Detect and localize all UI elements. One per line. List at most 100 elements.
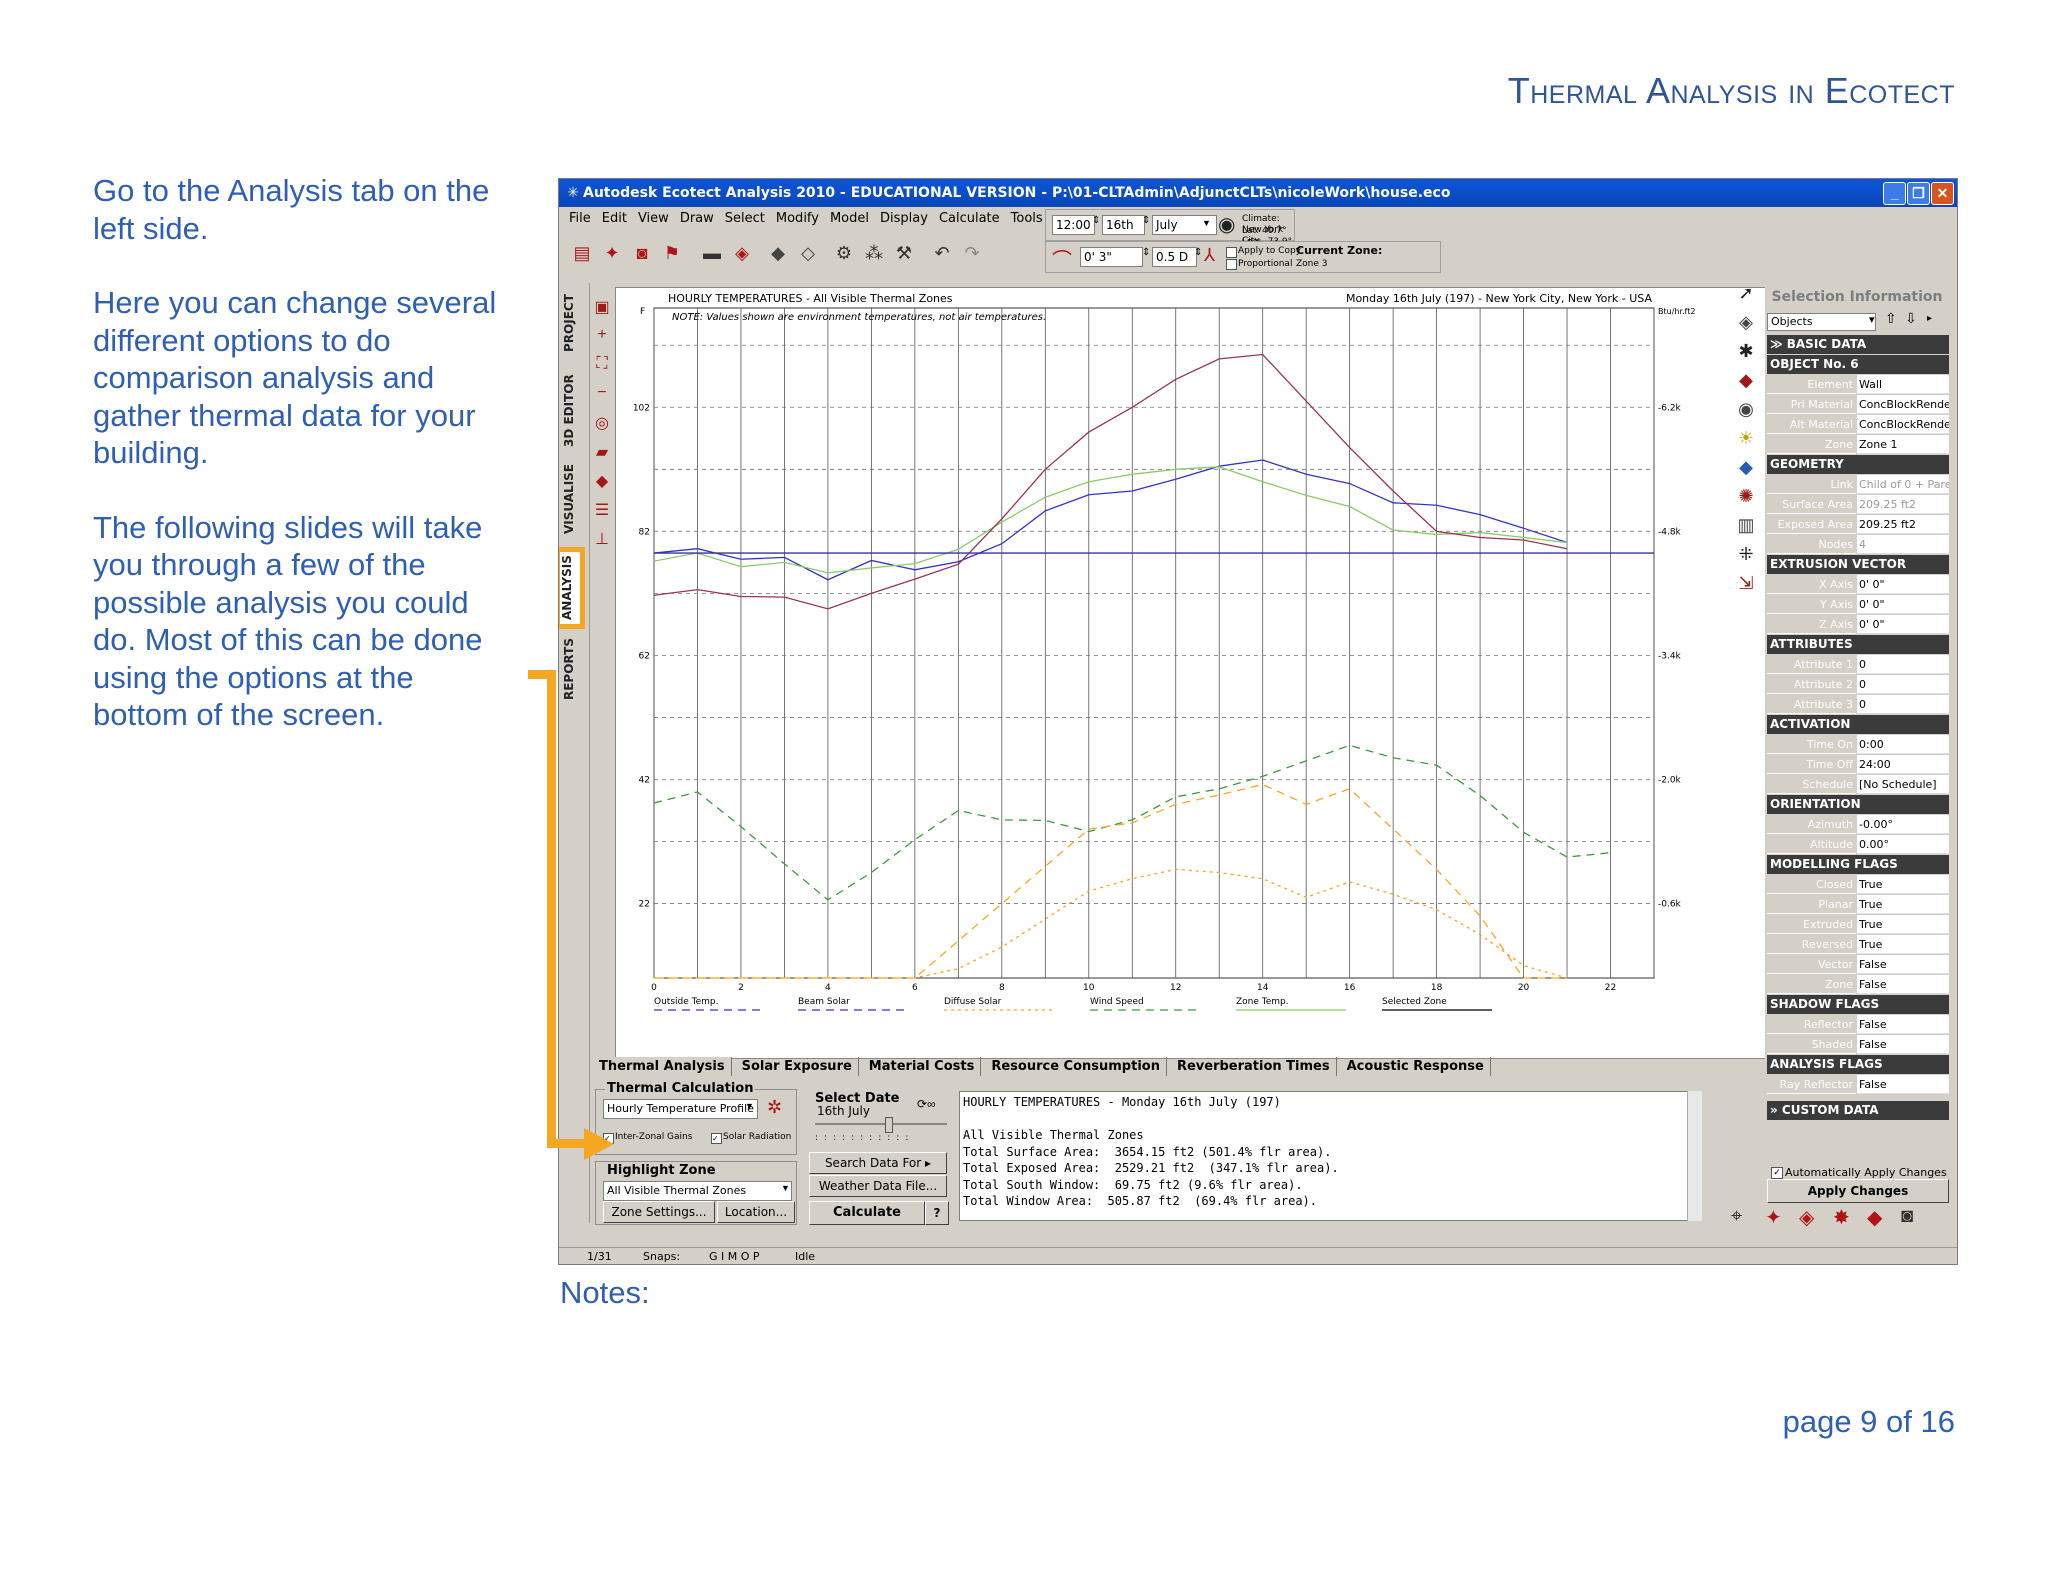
section-analysis-flags[interactable]: ANALYSIS FLAGS	[1767, 1055, 1949, 1074]
export-data-icon[interactable]: ⇲	[1731, 573, 1761, 602]
open-icon[interactable]: ✦	[599, 241, 625, 265]
apply-copy-checkbox[interactable]	[1226, 247, 1237, 258]
zoom-in-icon[interactable]: +	[591, 326, 613, 355]
offset-spinner-icon[interactable]: ⇕	[1142, 247, 1150, 258]
day-spinner-icon[interactable]: ⇕	[1142, 215, 1150, 226]
search-data-button[interactable]: Search Data For ▸	[809, 1152, 947, 1174]
property-value[interactable]: 0:00	[1857, 735, 1949, 754]
globe-icon[interactable]: ◉	[1218, 212, 1235, 237]
tab-material-costs[interactable]: Material Costs	[862, 1057, 982, 1076]
fill-icon[interactable]: ◆	[591, 471, 613, 500]
property-value[interactable]: False	[1857, 955, 1949, 974]
highlight-zone-select[interactable]: All Visible Thermal Zones	[603, 1181, 792, 1201]
tab-project[interactable]: PROJECT	[562, 283, 586, 363]
thermal-calc-select[interactable]: Hourly Temperature Profile	[603, 1099, 758, 1119]
fit-icon[interactable]: ⛶	[591, 355, 613, 384]
axis-y-icon[interactable]: ⊥	[591, 529, 613, 558]
tab-solar-exposure[interactable]: Solar Exposure	[735, 1057, 859, 1076]
property-row[interactable]: Exposed Area 209.25 ft2	[1767, 515, 1949, 535]
property-row[interactable]: Altitude 0.00°	[1767, 835, 1949, 855]
menu-draw[interactable]: Draw	[680, 211, 714, 226]
property-value[interactable]: False	[1857, 1035, 1949, 1054]
property-value[interactable]: ConcBlockRender	[1857, 415, 1949, 434]
apply-changes-button[interactable]: Apply Changes	[1767, 1179, 1949, 1203]
section-basic-data[interactable]: ≫ BASIC DATA	[1767, 335, 1949, 354]
location-button[interactable]: Location...	[717, 1201, 795, 1223]
tab-visualise[interactable]: VISUALISE	[562, 459, 586, 539]
sun-icon[interactable]: ☀	[1731, 428, 1761, 457]
solar-radiation-checkbox[interactable]: ✓	[711, 1133, 722, 1144]
chevron-down-icon[interactable]: ▼	[781, 1183, 790, 1193]
property-value[interactable]: 0.00°	[1857, 835, 1949, 854]
help-button[interactable]: ?	[925, 1201, 949, 1225]
magnet-icon[interactable]: ⌒	[1052, 244, 1072, 273]
menu-file[interactable]: File	[569, 211, 591, 226]
shading-tool-icon[interactable]: ◈	[1799, 1205, 1814, 1230]
calculate-button[interactable]: Calculate	[809, 1201, 925, 1225]
tab-reverberation-times[interactable]: Reverberation Times	[1170, 1057, 1337, 1076]
menu-view[interactable]: View	[638, 211, 669, 226]
property-value[interactable]: 0	[1857, 695, 1949, 714]
maximize-button[interactable]: ❐	[1907, 182, 1930, 205]
property-row[interactable]: Azimuth -0.00°	[1767, 815, 1949, 835]
property-row[interactable]: Time On 0:00	[1767, 735, 1949, 755]
property-value[interactable]: 209.25 ft2	[1857, 515, 1949, 534]
undo-icon[interactable]: ↶	[929, 241, 955, 265]
property-row[interactable]: Reversed True	[1767, 935, 1949, 955]
date-slider-track[interactable]	[815, 1123, 947, 1125]
property-value[interactable]: 0' 0"	[1857, 595, 1949, 614]
property-row[interactable]: LinkChild of 0 + Parent	[1767, 475, 1949, 495]
render-tool-icon[interactable]: ✦	[1765, 1205, 1782, 1230]
time-spinner-icon[interactable]: ⇕	[1092, 215, 1100, 226]
property-value[interactable]: 209.25 ft2	[1857, 495, 1949, 514]
layer-icon[interactable]: ◆	[765, 241, 791, 265]
refresh-icon[interactable]: ⟳∞	[917, 1097, 936, 1111]
property-row[interactable]: Zone False	[1767, 975, 1949, 995]
property-row[interactable]: X Axis 0' 0"	[1767, 575, 1949, 595]
chevron-down-icon[interactable]: ▼	[1202, 218, 1211, 228]
property-value[interactable]: -0.00°	[1857, 815, 1949, 834]
results-output[interactable]: HOURLY TEMPERATURES - Monday 16th July (…	[959, 1091, 1701, 1221]
eye-icon[interactable]: ◉	[1731, 399, 1761, 428]
model-icon[interactable]: ◈	[729, 241, 755, 265]
save-icon[interactable]: ◙	[629, 241, 655, 265]
property-value[interactable]: 0	[1857, 675, 1949, 694]
arrow-down-icon[interactable]: ⇩	[1905, 311, 1917, 327]
proportional-checkbox[interactable]	[1226, 259, 1237, 270]
new-file-icon[interactable]: ▤	[569, 241, 595, 265]
property-row[interactable]: Surface Area 209.25 ft2	[1767, 495, 1949, 515]
redo-icon[interactable]: ↷	[959, 241, 985, 265]
tab-acoustic-response[interactable]: Acoustic Response	[1340, 1057, 1491, 1076]
section-modelling-flags[interactable]: MODELLING FLAGS	[1767, 855, 1949, 874]
settings-icon[interactable]: ✲	[767, 1097, 782, 1118]
section-attributes[interactable]: ATTRIBUTES	[1767, 635, 1949, 654]
property-row[interactable]: Zone Zone 1	[1767, 435, 1949, 455]
camera-tool-icon[interactable]: ◙	[1901, 1205, 1913, 1228]
network-icon[interactable]: ⁜	[1731, 544, 1761, 573]
property-value[interactable]: 24:00	[1857, 755, 1949, 774]
property-row[interactable]: Vector False	[1767, 955, 1949, 975]
property-value[interactable]: True	[1857, 895, 1949, 914]
property-row[interactable]: Z Axis 0' 0"	[1767, 615, 1949, 635]
property-value[interactable]: False	[1857, 1075, 1949, 1094]
axis-icon[interactable]: ⅄	[1204, 245, 1215, 266]
property-row[interactable]: Attribute 20	[1767, 675, 1949, 695]
property-row[interactable]: Time Off 24:00	[1767, 755, 1949, 775]
menu-modify[interactable]: Modify	[776, 211, 819, 226]
tools-icon[interactable]: ⚒	[891, 241, 917, 265]
object-icon[interactable]: ◇	[795, 241, 821, 265]
selection-filter[interactable]: Objects	[1767, 313, 1876, 331]
property-row[interactable]: Attribute 10	[1767, 655, 1949, 675]
menu-model[interactable]: Model	[830, 211, 869, 226]
date-slider-thumb[interactable]	[885, 1117, 893, 1133]
section-shadow-flags[interactable]: SHADOW FLAGS	[1767, 995, 1949, 1014]
render-icon[interactable]: ▬	[699, 241, 725, 265]
snap-icon[interactable]: ✱	[1731, 341, 1761, 370]
arrow-right-icon[interactable]: ▸	[1927, 313, 1932, 324]
box-icon[interactable]: ◆	[1867, 1205, 1882, 1230]
property-row[interactable]: Attribute 30	[1767, 695, 1949, 715]
menu-select[interactable]: Select	[725, 211, 765, 226]
property-value[interactable]: True	[1857, 935, 1949, 954]
camera-icon[interactable]: ◎	[591, 413, 613, 442]
property-row[interactable]: Planar True	[1767, 895, 1949, 915]
